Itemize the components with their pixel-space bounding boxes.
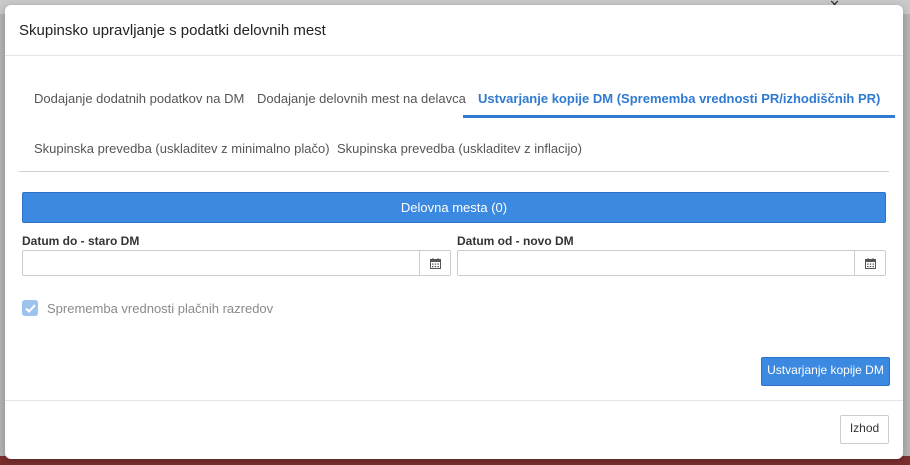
dialog-header: Skupinsko upravljanje s podatki delovnih… xyxy=(5,5,903,56)
dialog-title: Skupinsko upravljanje s podatki delovnih… xyxy=(19,22,326,39)
date-from-field xyxy=(457,250,886,276)
calendar-icon xyxy=(864,257,876,269)
tab-conversion-inflation[interactable]: Skupinska prevedba (uskladitev z inflaci… xyxy=(322,132,597,166)
date-from-calendar-button[interactable] xyxy=(854,251,885,275)
change-pay-grades-checkbox[interactable] xyxy=(22,300,38,316)
tab-add-workplaces-to-employee[interactable]: Dodajanje delovnih mest na delavca xyxy=(242,82,481,116)
change-pay-grades-label: Sprememba vrednosti plačnih razredov xyxy=(47,301,274,316)
tab-conversion-minimum-wage[interactable]: Skupinska prevedba (uskladitev z minimal… xyxy=(19,132,345,166)
bulk-workplace-dialog: Skupinsko upravljanje s podatki delovnih… xyxy=(5,5,903,459)
create-copy-button[interactable]: Ustvarjanje kopije DM xyxy=(761,357,890,386)
footer-divider xyxy=(5,400,903,401)
tab-bar: Dodajanje dodatnih podatkov na DM Dodaja… xyxy=(19,68,896,172)
date-to-label: Datum do - staro DM xyxy=(22,234,140,248)
check-icon xyxy=(24,304,36,313)
date-from-input[interactable] xyxy=(458,251,860,275)
tab-add-additional-data[interactable]: Dodajanje dodatnih podatkov na DM xyxy=(19,82,259,116)
calendar-icon xyxy=(429,257,441,269)
date-to-field xyxy=(22,250,451,276)
date-from-label: Datum od - novo DM xyxy=(457,234,574,248)
date-to-input[interactable] xyxy=(23,251,425,275)
workplaces-button[interactable]: Delovna mesta (0) xyxy=(22,192,886,223)
exit-button[interactable]: Izhod xyxy=(840,415,889,444)
date-to-calendar-button[interactable] xyxy=(419,251,450,275)
tab-create-copy[interactable]: Ustvarjanje kopije DM (Sprememba vrednos… xyxy=(463,82,896,118)
